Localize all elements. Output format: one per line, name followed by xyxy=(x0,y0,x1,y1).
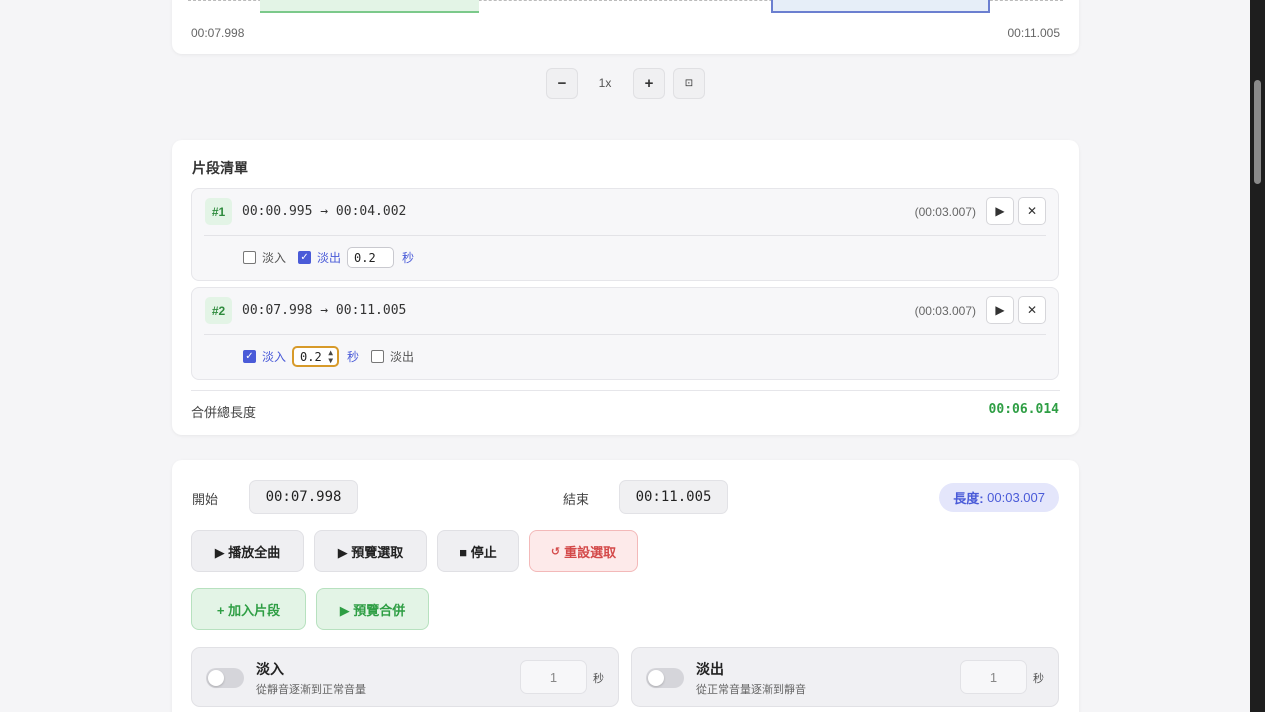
end-time-field[interactable]: 00:11.005 xyxy=(619,480,728,514)
segment-badge: #2 xyxy=(205,297,232,324)
fade-out-label: 淡出 xyxy=(390,350,415,364)
segment-remove-button[interactable]: ✕ xyxy=(1018,197,1046,225)
reset-selection-button[interactable]: ↺ 重設選取 xyxy=(529,530,638,572)
segment-fade-options: 淡入 ✓ 淡出 0.2 秒 xyxy=(243,247,414,268)
stop-button[interactable]: ■ 停止 xyxy=(437,530,519,572)
length-label: 長度: xyxy=(953,491,984,506)
segment-range: 00:00.995 → 00:04.002 xyxy=(242,204,407,219)
fade-in-panel: 淡入 從靜音逐漸到正常音量 1 秒 xyxy=(191,647,619,707)
fade-unit: 秒 xyxy=(347,350,360,364)
selection-control-card: 開始 00:07.998 結束 00:11.005 長度: 00:03.007 … xyxy=(172,460,1079,712)
waveform-start-time: 00:07.998 xyxy=(191,26,245,40)
total-divider xyxy=(191,390,1060,391)
close-icon: ✕ xyxy=(1026,303,1038,317)
fade-unit: 秒 xyxy=(402,251,415,265)
total-length-label: 合併總長度 xyxy=(191,405,257,420)
zoom-in-button[interactable]: + xyxy=(633,68,665,99)
end-label: 結束 xyxy=(563,492,590,507)
fade-in-title: 淡入 xyxy=(256,661,284,677)
segment-fade-options: ✓ 淡入 0.2 ▲ ▼ 秒 淡出 xyxy=(243,346,414,367)
add-segment-button[interactable]: + 加入片段 xyxy=(191,588,306,630)
segment-list-card: 片段清單 #1 00:00.995 → 00:04.002 (00:03.007… xyxy=(172,140,1079,435)
fade-in-description: 從靜音逐漸到正常音量 xyxy=(256,684,366,696)
zoom-fit-button[interactable]: ⊡ xyxy=(673,68,705,99)
segment-divider xyxy=(204,235,1046,236)
scrollbar-thumb[interactable] xyxy=(1254,80,1261,184)
fade-in-label: 淡入 xyxy=(262,350,287,364)
segment-item: #2 00:07.998 → 00:11.005 (00:03.007) ▶ ✕… xyxy=(191,287,1059,380)
fade-out-unit: 秒 xyxy=(1033,673,1044,685)
length-value: 00:03.007 xyxy=(987,490,1045,505)
length-badge: 長度: 00:03.007 xyxy=(939,483,1059,512)
reset-icon: ↺ xyxy=(550,545,561,558)
preview-selection-button[interactable]: ▶ 預覽選取 xyxy=(314,530,427,572)
fade-in-checkbox[interactable] xyxy=(243,251,256,264)
total-length-value: 00:06.014 xyxy=(988,402,1059,417)
waveform-active-selection[interactable] xyxy=(771,0,990,13)
spinner-icon[interactable]: ▲ ▼ xyxy=(328,348,333,365)
zoom-level: 1x xyxy=(598,76,612,90)
fade-duration-input[interactable]: 0.2 xyxy=(347,247,395,268)
fade-duration-input[interactable]: 0.2 ▲ ▼ xyxy=(292,346,340,367)
fade-out-checkbox[interactable] xyxy=(371,350,385,363)
fade-in-checkbox[interactable]: ✓ xyxy=(243,350,256,363)
segment-range: 00:07.998 → 00:11.005 xyxy=(242,303,407,318)
segment-remove-button[interactable]: ✕ xyxy=(1018,296,1046,324)
check-icon: ✓ xyxy=(245,351,254,362)
start-label: 開始 xyxy=(192,492,219,507)
segment-duration: (00:03.007) xyxy=(914,304,976,318)
preview-merge-button[interactable]: ▶ 預覽合併 xyxy=(316,588,429,630)
waveform-card: 00:07.998 00:11.005 xyxy=(172,0,1079,54)
waveform-end-time: 00:11.005 xyxy=(1007,26,1061,40)
play-all-button[interactable]: ▶ 播放全曲 xyxy=(191,530,304,572)
segment-divider xyxy=(204,334,1046,335)
fade-in-toggle[interactable] xyxy=(206,668,244,688)
segment-play-button[interactable]: ▶ xyxy=(986,296,1014,324)
fade-out-panel: 淡出 從正常音量逐漸到靜音 1 秒 xyxy=(631,647,1059,707)
segment-list-title: 片段清單 xyxy=(192,160,248,176)
play-icon: ▶ xyxy=(995,204,1005,218)
waveform-segment-region[interactable] xyxy=(260,0,479,13)
fade-out-description: 從正常音量逐漸到靜音 xyxy=(696,684,806,696)
segment-duration: (00:03.007) xyxy=(914,205,976,219)
fade-in-label: 淡入 xyxy=(262,251,287,265)
fade-out-label: 淡出 xyxy=(317,251,342,265)
fade-out-title: 淡出 xyxy=(696,661,724,677)
fade-out-seconds-input[interactable]: 1 xyxy=(960,660,1027,694)
start-time-field[interactable]: 00:07.998 xyxy=(249,480,358,514)
fade-in-seconds-input[interactable]: 1 xyxy=(520,660,587,694)
zoom-out-button[interactable]: − xyxy=(546,68,578,99)
segment-play-button[interactable]: ▶ xyxy=(986,197,1014,225)
check-icon: ✓ xyxy=(300,252,309,263)
toggle-knob xyxy=(648,670,664,686)
segment-badge: #1 xyxy=(205,198,232,225)
segment-item: #1 00:00.995 → 00:04.002 (00:03.007) ▶ ✕… xyxy=(191,188,1059,281)
close-icon: ✕ xyxy=(1026,204,1038,218)
fade-out-checkbox[interactable]: ✓ xyxy=(298,251,312,264)
play-icon: ▶ xyxy=(995,303,1005,317)
fade-out-toggle[interactable] xyxy=(646,668,684,688)
fade-in-unit: 秒 xyxy=(593,673,604,685)
toggle-knob xyxy=(208,670,224,686)
